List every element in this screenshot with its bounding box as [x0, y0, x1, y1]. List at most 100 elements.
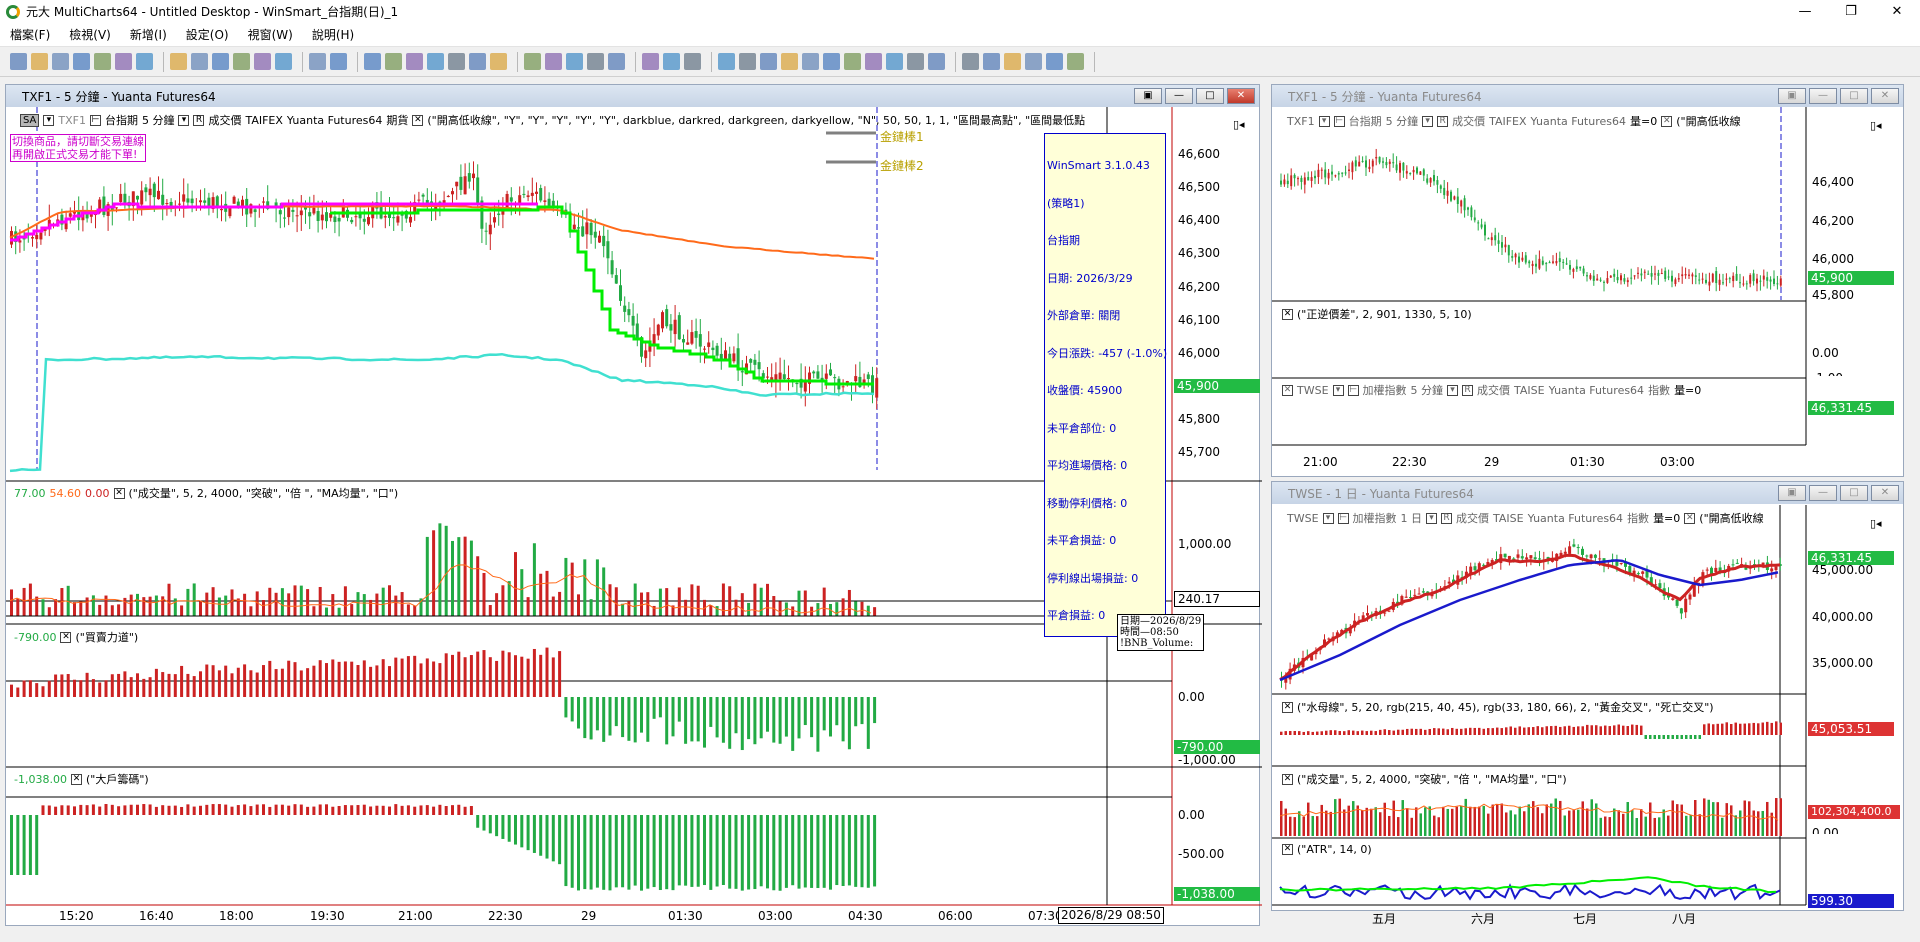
rt-price-candle [1596, 278, 1599, 281]
vol-value-1: 77.00 [14, 486, 46, 500]
vol-bar [589, 599, 593, 616]
rt-exchange: TAIFEX [1489, 114, 1527, 128]
bs-bar [847, 697, 851, 750]
big-bar [514, 815, 517, 845]
big-bar [797, 815, 801, 889]
rb-interval-dropdown-icon[interactable]: ▾ [1426, 512, 1438, 524]
rb-price-candle [1568, 546, 1572, 554]
bs-bar [104, 680, 108, 697]
rt-price-candle [1392, 162, 1395, 164]
main-price-candle [333, 216, 337, 223]
rb-symbol-dropdown-icon[interactable]: ▾ [1322, 512, 1334, 524]
rb-sub1-bar [1554, 725, 1557, 735]
rt-sub2-row: ✕ TWSE ▾ ⊢ 加權指數 5 分鐘 ▾ R 成交價 TAISE Yuant… [1282, 382, 1701, 398]
bs-bar [350, 661, 354, 697]
main-data-icon[interactable]: ⊢ [89, 114, 101, 126]
vol-bar [507, 581, 511, 616]
rb-sub2-bar [1680, 804, 1683, 836]
bs-bar [343, 661, 347, 697]
rt-symbol-dropdown-icon[interactable]: ▾ [1318, 115, 1330, 127]
vol-bar [54, 599, 58, 616]
rt-price-candle [1623, 278, 1626, 282]
rt-time-tick: 29 [1484, 455, 1500, 469]
bs-bar [243, 664, 247, 697]
charts-layer[interactable] [0, 0, 1920, 942]
rt-price-candle [1456, 196, 1459, 204]
rt-field-icon[interactable]: R [1437, 115, 1449, 127]
big-bar [318, 804, 322, 815]
rb-sub2-label: ("成交量", 5, 2, 4000, "突破", "倍 ", "MA均量", … [1297, 773, 1567, 786]
rt-study-close-icon[interactable]: ✕ [1661, 115, 1673, 127]
rt-price-candle [1365, 160, 1367, 168]
rb-field-icon[interactable]: R [1441, 512, 1453, 524]
big-bar [79, 804, 83, 815]
rt-price-candle [1531, 263, 1534, 267]
vol-study-label: ("成交量", 5, 2, 4000, "突破", "倍 ", "MA均量", … [128, 487, 399, 500]
vol-study-close-icon[interactable]: ✕ [113, 487, 125, 499]
rb-price-tick: 35,000.00 [1812, 656, 1874, 670]
vol-bar [205, 592, 209, 616]
big-bar [60, 805, 64, 815]
rb-sub2-bar [1689, 814, 1692, 836]
main-field-icon[interactable]: R [193, 114, 205, 126]
rt-scroll-icon[interactable]: ▯◂ [1870, 119, 1882, 132]
vol-bar [41, 599, 45, 616]
vol-bar [709, 605, 713, 616]
rb-sub1-bar [1572, 726, 1575, 735]
vol-bar [526, 597, 530, 616]
rt-sub2-close-icon[interactable]: ✕ [1282, 384, 1293, 396]
rt-price-candle [1701, 278, 1704, 280]
bs-bar [249, 670, 253, 697]
bs-bar [564, 697, 568, 718]
vol-bar [476, 556, 480, 616]
rb-study-label: ("開高低收線 [1699, 512, 1764, 525]
rb-data-icon[interactable]: ⊢ [1337, 512, 1349, 524]
rb-sub3-row: ✕ ("ATR", 14, 0) [1282, 843, 1372, 856]
main-interval-dropdown-icon[interactable]: ▾ [178, 114, 190, 126]
rt-price-candle [1657, 272, 1660, 276]
vol-bar [684, 599, 688, 616]
rt-price-candle [1511, 256, 1514, 258]
rt-sub2-data-icon[interactable]: ⊢ [1347, 384, 1359, 396]
rt-interval-dropdown-icon[interactable]: ▾ [1422, 115, 1434, 127]
main-mode-button[interactable]: SA [20, 113, 40, 127]
big-bar [677, 815, 681, 886]
bs-bar [186, 673, 190, 697]
rb-sub2-close-icon[interactable]: ✕ [1282, 773, 1293, 785]
big-bar [803, 815, 807, 888]
bs-bar [205, 664, 209, 697]
rb-sub2-bar [1338, 798, 1341, 836]
bs-study-close-icon[interactable]: ✕ [60, 631, 72, 643]
rt-sub2-dropdown-icon[interactable]: ▾ [1332, 384, 1344, 396]
big-bar [180, 806, 184, 815]
rb-sub2-bar [1302, 816, 1305, 836]
rb-scroll-icon[interactable]: ▯◂ [1870, 517, 1882, 530]
big-bar [66, 805, 70, 815]
main-price-candle [833, 377, 837, 379]
rb-sub1-bar [1698, 735, 1701, 739]
big-bar [54, 806, 58, 815]
bs-bar [816, 697, 820, 752]
rb-sub3-close-icon[interactable]: ✕ [1282, 844, 1293, 855]
rb-sub1-close-icon[interactable]: ✕ [1282, 701, 1293, 713]
rt-sub2-interval-icon[interactable]: ▾ [1447, 384, 1459, 396]
main-mode-dropdown-icon[interactable]: ▾ [43, 114, 55, 126]
bs-bar [640, 697, 643, 733]
big-bar [810, 815, 814, 888]
rb-price-candle [1679, 608, 1683, 614]
rt-sub1-close-icon[interactable]: ✕ [1282, 308, 1293, 320]
bs-bar [753, 697, 757, 745]
rt-data-icon[interactable]: ⊢ [1333, 115, 1345, 127]
rb-study-close-icon[interactable]: ✕ [1684, 512, 1696, 524]
main-study-close-icon[interactable]: ✕ [412, 114, 424, 126]
main-price-candle [190, 198, 194, 204]
vol-bar [312, 606, 316, 616]
rb-sub2-bar [1280, 800, 1283, 836]
info-line: 日期: 2026/3/29 [1047, 271, 1133, 285]
rb-sub1-bar [1545, 726, 1548, 735]
bs-bar [274, 669, 278, 697]
rt-sub2-field-icon[interactable]: R [1462, 384, 1474, 396]
main-scroll-icon[interactable]: ▯◂ [1233, 118, 1245, 131]
big-study-close-icon[interactable]: ✕ [70, 773, 82, 785]
rt-price-candle [1664, 270, 1667, 280]
